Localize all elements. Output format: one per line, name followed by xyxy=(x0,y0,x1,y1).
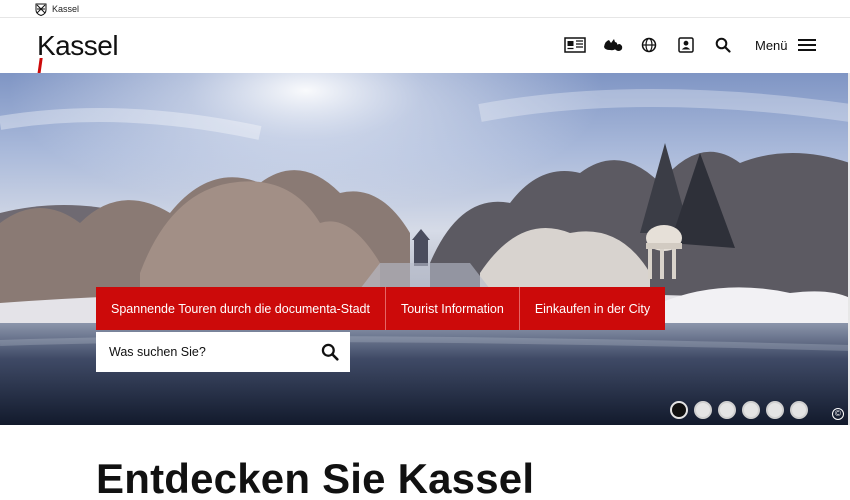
hero-search-box xyxy=(96,332,350,372)
search-icon[interactable] xyxy=(712,36,734,54)
logo-text: Kassel xyxy=(37,30,119,61)
hero-image xyxy=(0,73,850,425)
hero-search-input[interactable] xyxy=(96,332,316,372)
slider-dot-6[interactable] xyxy=(790,401,808,419)
slider-dot-5[interactable] xyxy=(766,401,784,419)
hero-slider: Spannende Touren durch die documenta-Sta… xyxy=(0,73,850,425)
city-label[interactable]: Kassel xyxy=(52,4,79,14)
sign-language-icon[interactable] xyxy=(602,36,624,54)
quick-link-shopping-city[interactable]: Einkaufen in der City xyxy=(519,287,666,330)
kassel-logo[interactable]: Kassel xyxy=(36,30,119,82)
slider-dot-1[interactable] xyxy=(670,401,688,419)
slider-dot-2[interactable] xyxy=(694,401,712,419)
menu-label[interactable]: Menü xyxy=(755,38,788,53)
hero-search-button-icon[interactable] xyxy=(321,343,339,361)
copyright-icon[interactable]: © xyxy=(832,408,844,420)
quick-link-tourist-information[interactable]: Tourist Information xyxy=(385,287,520,330)
site-header: Kassel Menü xyxy=(0,18,850,82)
hamburger-menu-icon[interactable] xyxy=(798,39,816,51)
page-title: Entdecken Sie Kassel xyxy=(96,455,535,500)
top-strip: Kassel xyxy=(0,0,850,18)
slider-dot-4[interactable] xyxy=(742,401,760,419)
slider-dot-3[interactable] xyxy=(718,401,736,419)
language-globe-icon[interactable] xyxy=(638,36,660,54)
account-icon[interactable] xyxy=(675,36,697,54)
easy-language-icon[interactable] xyxy=(564,36,586,54)
slider-pagination xyxy=(670,401,808,419)
quick-link-documenta-tours[interactable]: Spannende Touren durch die documenta-Sta… xyxy=(96,287,386,330)
city-crest-icon xyxy=(35,3,47,16)
hero-quick-links: Spannende Touren durch die documenta-Sta… xyxy=(96,287,666,330)
